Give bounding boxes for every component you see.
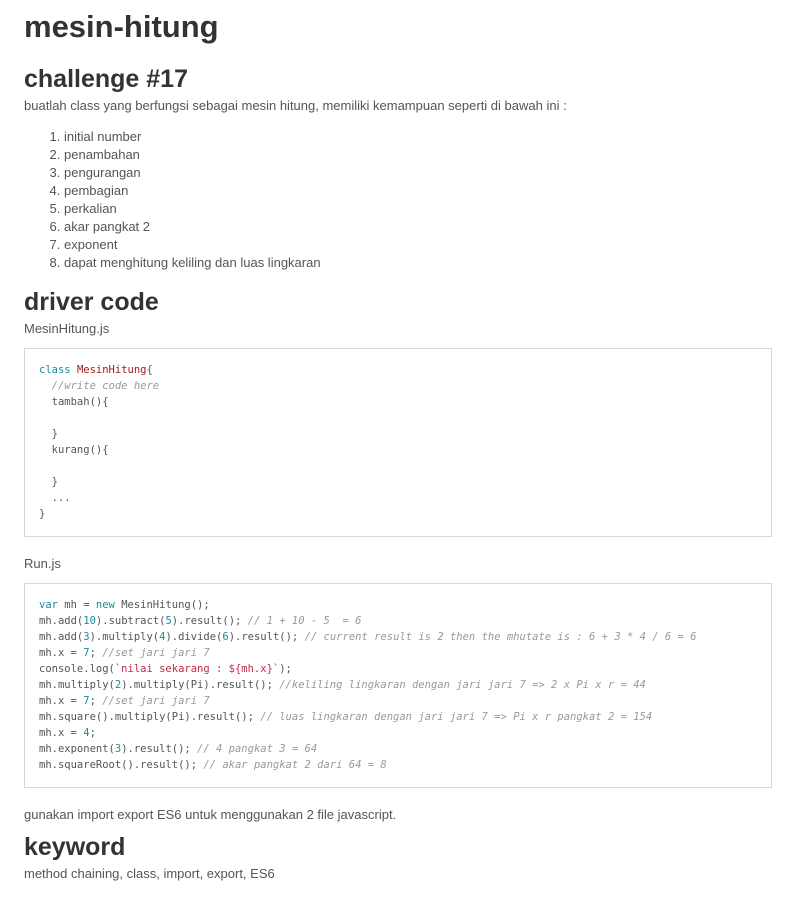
challenge-intro: buatlah class yang berfungsi sebagai mes… <box>24 98 567 113</box>
es6-note: gunakan import export ES6 untuk mengguna… <box>24 807 397 822</box>
code-text: mh.exponent( <box>39 743 115 755</box>
code-text: ; <box>89 695 103 707</box>
code-comment: // akar pangkat 2 dari 64 = 8 <box>203 759 387 771</box>
code-text: ).subtract( <box>95 615 166 627</box>
code-number: 10 <box>83 615 96 627</box>
list-item: akar pangkat 2 <box>64 218 772 236</box>
readme-content: mesin-hitung challenge #17 buatlah class… <box>0 0 788 883</box>
list-item: pengurangan <box>64 164 772 182</box>
code-text: mh.squareRoot().result(); <box>39 759 204 771</box>
page-title: mesin-hitung <box>24 9 219 44</box>
code-comment: // luas lingkaran dengan jari jari 7 => … <box>260 711 653 723</box>
list-item: penambahan <box>64 146 772 164</box>
code-block-mesinhitung[interactable]: class MesinHitung{ //write code here tam… <box>24 348 772 537</box>
code-text: ).multiply( <box>89 631 160 643</box>
list-item: initial number <box>64 128 772 146</box>
code-text: mh.add( <box>39 631 84 643</box>
code-comment: //keliling lingkaran dengan jari jari 7 … <box>279 679 646 691</box>
code-text: ).result(); <box>171 615 248 627</box>
code-comment: //write code here <box>39 380 160 392</box>
code-text: mh.add( <box>39 615 84 627</box>
code-block-run[interactable]: var mh = new MesinHitung(); mh.add(10).s… <box>24 583 772 788</box>
keyword-list: method chaining, class, import, export, … <box>24 866 275 881</box>
code-comment: // current result is 2 then the mhutate … <box>304 631 697 643</box>
list-item: exponent <box>64 236 772 254</box>
list-item: pembagian <box>64 182 772 200</box>
challenge-heading: challenge #17 <box>24 65 188 93</box>
code-comment: // 1 + 10 - 5 = 6 <box>247 615 362 627</box>
code-keyword: var <box>39 599 58 611</box>
driver-code-heading: driver code <box>24 288 159 316</box>
code-line: kurang(){ <box>39 444 109 456</box>
list-item: perkalian <box>64 200 772 218</box>
code-line: } <box>39 476 58 488</box>
feature-list: initial number penambahan pengurangan pe… <box>24 128 772 272</box>
code-text: mh.x = <box>39 727 84 739</box>
file-name-mesinhitung: MesinHitung.js <box>24 321 110 336</box>
code-keyword: class <box>39 364 71 376</box>
keyword-heading: keyword <box>24 833 126 861</box>
code-text: mh.x = <box>39 695 84 707</box>
code-string: `nilai sekarang : ${mh.x}` <box>114 663 280 675</box>
code-text: MesinHitung(); <box>114 599 210 611</box>
code-comment: //set jari jari 7 <box>102 695 210 707</box>
code-class-name: MesinHitung <box>76 364 147 376</box>
code-text: console.log( <box>39 663 115 675</box>
list-item: dapat menghitung keliling dan luas lingk… <box>64 254 772 272</box>
code-text: ).multiply(Pi).result(); <box>121 679 280 691</box>
code-text: ); <box>279 663 292 675</box>
code-text: ).result(); <box>228 631 305 643</box>
code-comment: // 4 pangkat 3 = 64 <box>197 743 318 755</box>
code-text: ).result(); <box>121 743 198 755</box>
code-line: ... <box>39 492 71 504</box>
code-text: ; <box>89 647 103 659</box>
code-text: ).divide( <box>165 631 223 643</box>
code-keyword: new <box>95 599 115 611</box>
code-line: } <box>39 508 46 520</box>
file-name-run: Run.js <box>24 556 61 571</box>
code-text: mh.x = <box>39 647 84 659</box>
code-line: tambah(){ <box>39 396 109 408</box>
code-line: } <box>39 428 58 440</box>
code-text: { <box>146 364 153 376</box>
code-comment: //set jari jari 7 <box>102 647 210 659</box>
code-text: ; <box>89 727 96 739</box>
code-text: mh = <box>57 599 96 611</box>
code-text: mh.multiply( <box>39 679 115 691</box>
code-text: mh.square().multiply(Pi).result(); <box>39 711 261 723</box>
